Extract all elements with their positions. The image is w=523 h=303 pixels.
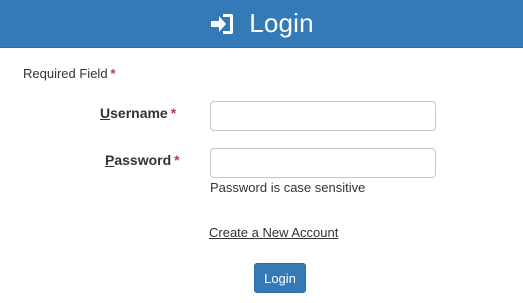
required-field-note: Required Field * — [23, 66, 116, 81]
login-header: Login — [0, 0, 523, 48]
login-button[interactable]: Login — [254, 263, 306, 293]
password-label-text: assword — [114, 152, 172, 168]
password-label-accesskey: P — [105, 152, 115, 168]
username-required-marker: * — [170, 105, 177, 121]
create-account-link[interactable]: Create a New Account — [209, 225, 338, 240]
password-required-marker: * — [174, 152, 180, 168]
password-input[interactable] — [210, 148, 436, 178]
password-label: Password * — [105, 152, 180, 168]
required-field-text: Required Field — [23, 66, 108, 81]
required-marker: * — [110, 66, 116, 81]
username-input[interactable] — [210, 101, 436, 131]
sign-in-icon — [209, 11, 235, 37]
password-help-text: Password is case sensitive — [210, 180, 366, 195]
username-label-text: sername — [110, 105, 168, 121]
username-label: Username * — [100, 105, 176, 121]
page-title: Login — [249, 8, 314, 38]
username-label-accesskey: U — [100, 105, 111, 121]
login-page: Login Required Field * Username * Password… — [0, 0, 523, 303]
